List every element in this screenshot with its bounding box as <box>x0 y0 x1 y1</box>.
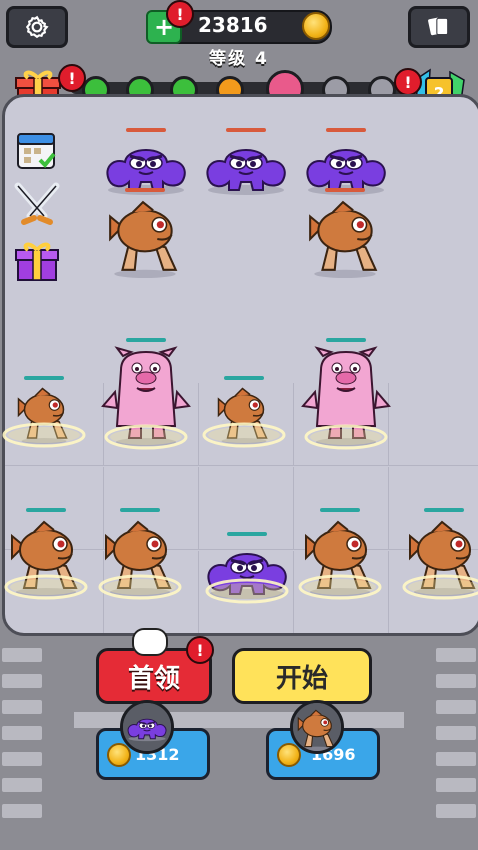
calendar-icon <box>17 133 56 169</box>
skull-icon <box>132 628 168 656</box>
unit-pink-pig-monster[interactable] <box>100 338 192 446</box>
alert-badge: ! <box>394 68 422 96</box>
unit-walking-fish[interactable] <box>300 508 380 596</box>
crosswalk-stripe <box>436 700 476 714</box>
crosswalk-stripe <box>2 648 42 662</box>
crosswalk-stripe <box>2 726 42 740</box>
settings-button[interactable] <box>6 6 68 48</box>
coin-icon <box>277 743 301 767</box>
grid-cell[interactable] <box>385 383 478 466</box>
gift-box-icon <box>15 242 59 281</box>
crosswalk-stripe <box>436 804 476 818</box>
coin-icon <box>302 12 330 40</box>
start-button[interactable]: 开始 <box>232 648 372 704</box>
unit-walking-fish[interactable] <box>6 508 86 596</box>
crosswalk-stripe <box>2 700 42 714</box>
start-button-label: 开始 <box>275 663 328 694</box>
boss-button-label: 首领 <box>127 663 180 694</box>
enemy-walking-fish <box>304 188 386 278</box>
grid-cell[interactable] <box>195 467 294 550</box>
gear-icon <box>25 15 49 39</box>
coin-icon <box>107 743 131 767</box>
cards-button[interactable] <box>408 6 470 48</box>
unit-walking-fish[interactable] <box>8 376 80 444</box>
crosswalk-stripe <box>436 648 476 662</box>
unit-walking-fish[interactable] <box>208 376 280 444</box>
enemy-walking-fish <box>104 188 186 278</box>
gift-button[interactable] <box>14 240 60 282</box>
crosswalk-stripe <box>436 752 476 766</box>
crosswalk-stripe <box>436 726 476 740</box>
cards-icon <box>428 17 449 36</box>
battle-button[interactable] <box>12 182 62 228</box>
enemy-purple-blob <box>100 128 192 196</box>
alert-badge: ! <box>166 0 194 28</box>
unit-purple-blob[interactable] <box>202 532 292 600</box>
crosswalk-stripe <box>436 778 476 792</box>
crosswalk-stripe <box>2 752 42 766</box>
crosswalk-stripe <box>2 674 42 688</box>
unit-pink-pig-monster[interactable] <box>300 338 392 446</box>
enemy-purple-blob <box>200 128 292 196</box>
coin-amount: 23816 <box>198 13 268 37</box>
crosswalk-stripe <box>2 804 42 818</box>
unit-walking-fish[interactable] <box>404 508 478 596</box>
walking-fish-avatar <box>290 700 344 754</box>
crosswalk-stripe <box>2 778 42 792</box>
alert-badge: ! <box>186 636 214 664</box>
crosswalk-stripe <box>436 674 476 688</box>
crossed-swords-icon <box>14 182 60 225</box>
calendar-button[interactable] <box>14 128 58 170</box>
purple-blob-avatar <box>120 700 174 754</box>
alert-badge: ! <box>58 64 86 92</box>
enemy-purple-blob <box>300 128 392 196</box>
unit-walking-fish[interactable] <box>100 508 180 596</box>
